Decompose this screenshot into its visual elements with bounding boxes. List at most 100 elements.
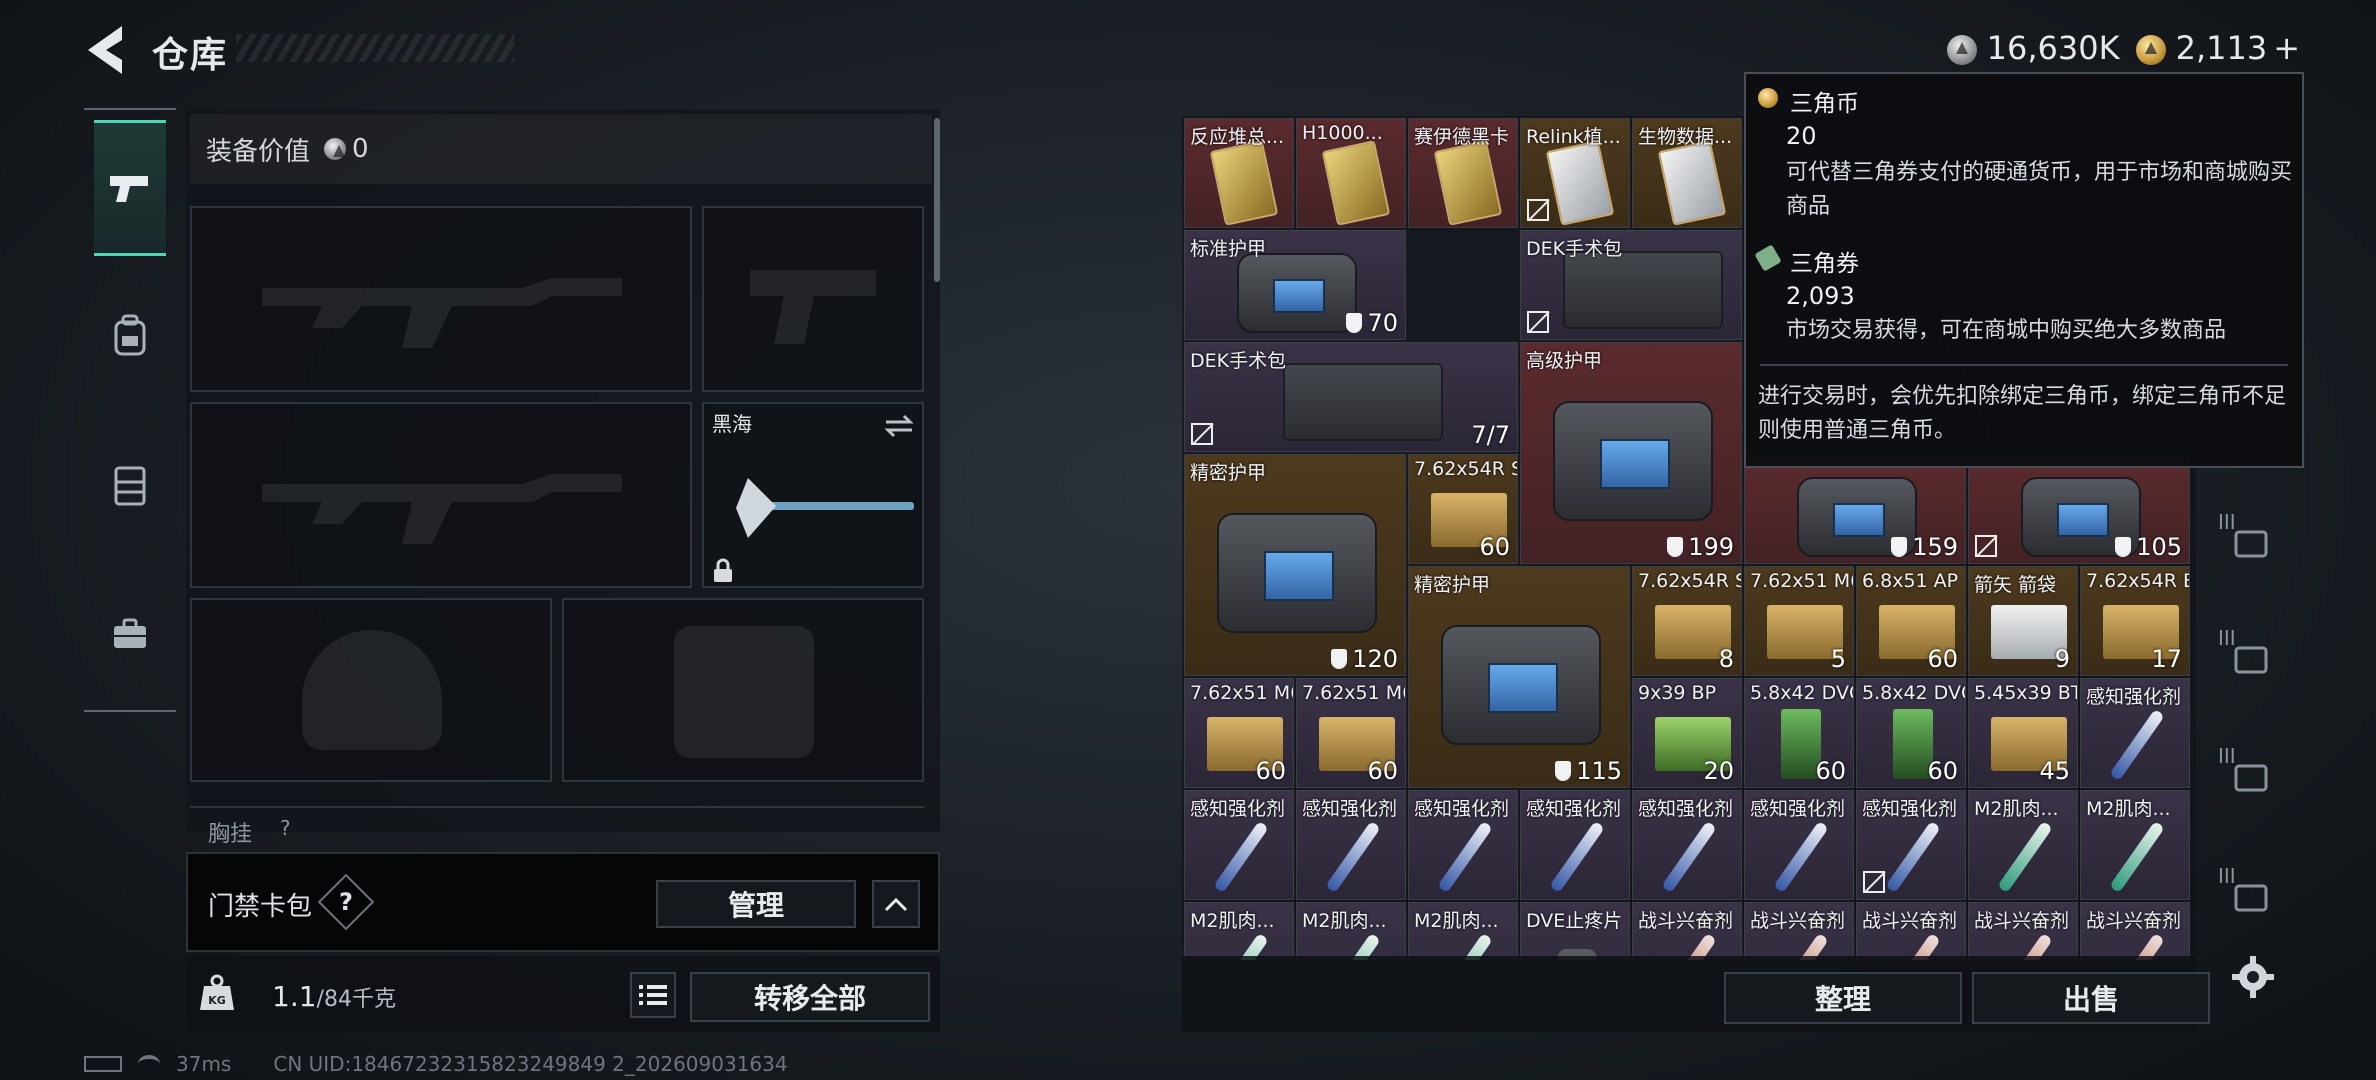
rail-item-1[interactable]: III: [2218, 510, 2276, 570]
item-name: M2肌肉...: [1974, 798, 2059, 820]
nav-item-vest[interactable]: [94, 418, 166, 554]
keycard-label: 门禁卡包: [208, 892, 313, 922]
inventory-item[interactable]: 战斗兴奋剂: [2080, 902, 2190, 960]
item-count-value: 60: [1255, 757, 1286, 785]
inventory-item[interactable]: 6.8x51 AP 60: [1856, 566, 1966, 676]
item-count: 60: [1367, 757, 1398, 785]
item-name: 战斗兴奋剂: [2086, 910, 2182, 932]
chest-rig-slot[interactable]: 胸挂 ?: [190, 806, 924, 846]
rail-item-3[interactable]: III: [2218, 744, 2276, 804]
backpack-icon: [114, 314, 146, 356]
list-view-button[interactable]: [630, 972, 676, 1018]
nav-item-case[interactable]: [94, 566, 166, 702]
armor-slot[interactable]: [562, 598, 924, 782]
item-name: 感知强化剂: [1526, 798, 1622, 820]
rail-item-2[interactable]: III: [2218, 626, 2276, 686]
pistol-icon: [110, 176, 148, 202]
silver-coin-balance[interactable]: 16,630K: [1946, 29, 2120, 67]
inventory-item[interactable]: 高级护甲 199: [1520, 342, 1742, 564]
item-count: 5: [1831, 645, 1846, 673]
gold-coin-balance[interactable]: 2,113 +: [2135, 29, 2300, 67]
inventory-item[interactable]: H1000...: [1296, 118, 1406, 228]
rail-item-4[interactable]: III: [2218, 864, 2276, 924]
add-currency-icon[interactable]: +: [2273, 29, 2300, 67]
manage-button[interactable]: 管理: [656, 880, 856, 928]
syringe-icon: [2109, 708, 2165, 782]
inventory-item[interactable]: 标准护甲 70: [1184, 230, 1406, 340]
swap-icon[interactable]: [884, 414, 914, 438]
inventory-item[interactable]: 159: [1744, 454, 1966, 564]
sort-button[interactable]: 整理: [1724, 972, 1962, 1024]
primary-weapon-slot[interactable]: [190, 206, 692, 392]
item-name: DEK手术包: [1526, 238, 1623, 260]
inventory-item[interactable]: 9x39 BP 20: [1632, 678, 1742, 788]
no-trade-icon: [1863, 871, 1885, 893]
inventory-item[interactable]: 105: [1968, 454, 2190, 564]
secondary-weapon-slot[interactable]: [190, 402, 692, 588]
equipment-scrollbar[interactable]: [934, 118, 940, 282]
armor-bag-icon: [1441, 625, 1601, 745]
inventory-item[interactable]: 感知强化剂: [2080, 678, 2190, 788]
inventory-item[interactable]: 精密护甲 115: [1408, 566, 1630, 788]
inventory-item[interactable]: DVE止疼片: [1520, 902, 1630, 960]
tooltip-coupon-amount: 2,093: [1786, 282, 1855, 310]
syringe-icon: [1325, 820, 1381, 894]
inventory-item[interactable]: 精密护甲 120: [1184, 454, 1406, 676]
inventory-item[interactable]: M2肌肉...: [1408, 902, 1518, 960]
inventory-item[interactable]: 战斗兴奋剂: [1856, 902, 1966, 960]
back-button[interactable]: [82, 22, 128, 78]
inventory-item[interactable]: 5.8x42 DVC12+P 60: [1744, 678, 1854, 788]
transfer-all-button[interactable]: 转移全部: [690, 972, 930, 1022]
inventory-item[interactable]: 箭矢 箭袋 9: [1968, 566, 2078, 676]
inventory-item[interactable]: 感知强化剂: [1744, 790, 1854, 900]
item-count: 105: [2115, 533, 2182, 561]
inventory-item[interactable]: 5.8x42 DVC12+P 60: [1856, 678, 1966, 788]
inventory-item[interactable]: 战斗兴奋剂: [1968, 902, 2078, 960]
inventory-item[interactable]: M2肌肉...: [1296, 902, 1406, 960]
rifle-silhouette-icon: [262, 278, 622, 348]
inventory-item[interactable]: 感知强化剂: [1408, 790, 1518, 900]
inventory-item[interactable]: 感知强化剂: [1856, 790, 1966, 900]
currency-bar[interactable]: 16,630K 2,113 +: [1946, 24, 2300, 72]
collapse-button[interactable]: [872, 880, 920, 928]
inventory-item[interactable]: 感知强化剂: [1296, 790, 1406, 900]
inventory-item[interactable]: 7.62x51 M62 60: [1296, 678, 1406, 788]
inventory-item[interactable]: 战斗兴奋剂: [1632, 902, 1742, 960]
item-count: 60: [1479, 533, 1510, 561]
no-trade-icon: [1191, 423, 1213, 445]
inventory-item[interactable]: M2肌肉...: [1968, 790, 2078, 900]
inventory-item[interactable]: 赛伊德黑卡: [1408, 118, 1518, 228]
no-trade-icon: [1527, 311, 1549, 333]
melee-slot[interactable]: 黑海: [702, 402, 924, 588]
nav-item-weapons[interactable]: [94, 120, 166, 256]
syringe-icon: [1661, 820, 1717, 894]
inventory-item[interactable]: 感知强化剂: [1520, 790, 1630, 900]
tooltip-coin-title: 三角币: [1790, 91, 1859, 117]
armor-silhouette-icon: [674, 626, 814, 758]
inventory-item[interactable]: Relink植...: [1520, 118, 1630, 228]
inventory-item[interactable]: 战斗兴奋剂: [1744, 902, 1854, 960]
inventory-item[interactable]: 7.62x51 M62 60: [1184, 678, 1294, 788]
inventory-item[interactable]: DEK手术包: [1520, 230, 1742, 340]
inventory-item[interactable]: DEK手术包 7/7: [1184, 342, 1518, 452]
pistol-slot[interactable]: [702, 206, 924, 392]
armor-bag-icon: [1217, 513, 1377, 633]
inventory-item[interactable]: 反应堆总...: [1184, 118, 1294, 228]
inventory-item[interactable]: M2肌肉...: [2080, 790, 2190, 900]
inventory-item[interactable]: 感知强化剂: [1184, 790, 1294, 900]
item-count: 20: [1703, 757, 1734, 785]
inventory-item[interactable]: 感知强化剂: [1632, 790, 1742, 900]
nav-item-backpack[interactable]: [94, 268, 166, 404]
inventory-item[interactable]: 7.62x54R BT 17: [2080, 566, 2190, 676]
status-bar: 37ms CN UID:18467232315823249849 2_20260…: [84, 1052, 788, 1076]
settings-button[interactable]: [2230, 954, 2276, 1000]
sell-button[interactable]: 出售: [1972, 972, 2210, 1024]
inventory-item[interactable]: M2肌肉...: [1184, 902, 1294, 960]
inventory-item[interactable]: 7.62x54R SNB 8: [1632, 566, 1742, 676]
inventory-item[interactable]: 7.62x51 M61 5: [1744, 566, 1854, 676]
helmet-slot[interactable]: [190, 598, 552, 782]
item-count-value: 105: [2136, 533, 2182, 561]
inventory-item[interactable]: 5.45x39 BT+P 45: [1968, 678, 2078, 788]
inventory-item[interactable]: 生物数据...: [1632, 118, 1742, 228]
inventory-item[interactable]: 7.62x54R SNB 60: [1408, 454, 1518, 564]
